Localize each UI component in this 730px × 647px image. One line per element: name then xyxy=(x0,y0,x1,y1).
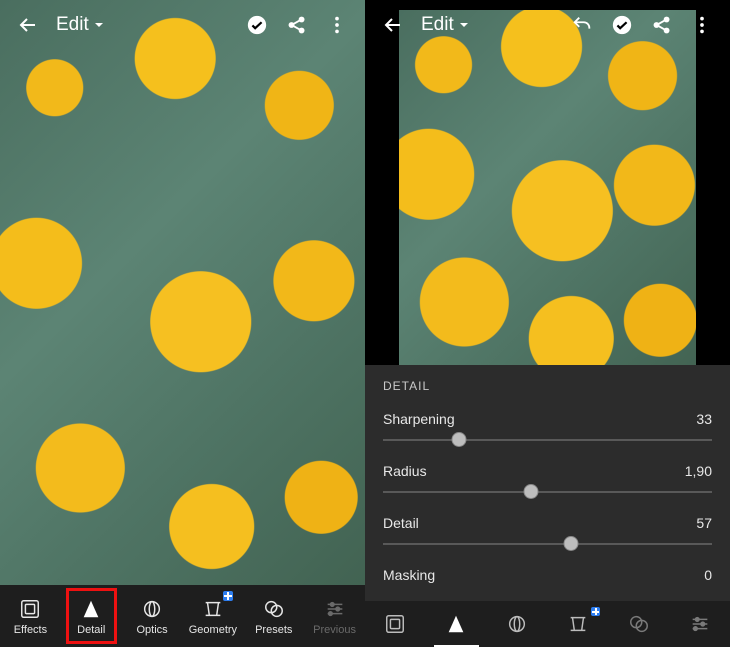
tab-optics[interactable]: Optics xyxy=(122,585,183,647)
edit-mode-dropdown[interactable]: Edit xyxy=(413,14,478,36)
share-icon xyxy=(286,14,308,36)
slider-value: 1,90 xyxy=(685,463,712,479)
tab-label: Detail xyxy=(77,624,105,636)
slider-label: Detail xyxy=(383,515,419,531)
photo-viewport[interactable] xyxy=(0,0,365,585)
tab-previous[interactable] xyxy=(669,601,730,647)
slider-track[interactable] xyxy=(383,537,712,551)
top-bar: Edit xyxy=(365,0,730,50)
share-icon xyxy=(651,14,673,36)
caret-down-icon xyxy=(458,19,470,31)
edit-mode-label: Edit xyxy=(56,14,89,36)
bottom-icon-strip xyxy=(365,601,730,647)
presets-icon xyxy=(628,613,650,635)
edited-photo xyxy=(399,10,696,365)
detail-panel: DETAIL Sharpening 33 Radius 1,90 xyxy=(365,365,730,601)
optics-icon xyxy=(506,613,528,635)
arrow-left-icon xyxy=(16,13,40,37)
back-button[interactable] xyxy=(8,5,48,45)
tab-optics[interactable] xyxy=(487,601,548,647)
slider-detail: Detail 57 xyxy=(383,515,712,551)
tab-effects[interactable] xyxy=(365,601,426,647)
tab-label: Effects xyxy=(14,624,47,636)
arrow-left-icon xyxy=(381,13,405,37)
accept-button[interactable] xyxy=(237,5,277,45)
bottom-tab-bar: Effects Detail Optics Geometry Preset xyxy=(0,585,365,647)
geometry-icon xyxy=(567,613,589,635)
slider-thumb[interactable] xyxy=(563,536,578,551)
tab-geometry[interactable] xyxy=(547,601,608,647)
right-screen: Edit DETAIL Sharpening 33 xyxy=(365,0,730,647)
tab-presets[interactable] xyxy=(608,601,669,647)
undo-icon xyxy=(571,14,593,36)
previous-icon xyxy=(323,597,347,621)
effects-icon xyxy=(18,597,42,621)
undo-button[interactable] xyxy=(562,5,602,45)
detail-icon xyxy=(79,597,103,621)
slider-label: Radius xyxy=(383,463,427,479)
edit-mode-dropdown[interactable]: Edit xyxy=(48,14,113,36)
optics-icon xyxy=(140,597,164,621)
accept-button[interactable] xyxy=(602,5,642,45)
tab-detail[interactable] xyxy=(426,601,487,647)
slider-value: 0 xyxy=(704,567,712,583)
edit-mode-label: Edit xyxy=(421,14,454,36)
share-button[interactable] xyxy=(277,5,317,45)
checkmark-circle-icon xyxy=(246,14,268,36)
slider-value: 57 xyxy=(696,515,712,531)
slider-track[interactable] xyxy=(383,433,712,447)
premium-badge-icon xyxy=(591,607,600,616)
photo-viewport[interactable] xyxy=(365,0,730,365)
left-screen: Edit Effects Detail xyxy=(0,0,365,647)
slider-value: 33 xyxy=(696,411,712,427)
slider-track[interactable] xyxy=(383,485,712,499)
presets-icon xyxy=(262,597,286,621)
geometry-icon xyxy=(201,597,225,621)
slider-radius: Radius 1,90 xyxy=(383,463,712,499)
tab-presets[interactable]: Presets xyxy=(243,585,304,647)
slider-label: Sharpening xyxy=(383,411,455,427)
tab-geometry[interactable]: Geometry xyxy=(182,585,243,647)
tab-detail[interactable]: Detail xyxy=(61,585,122,647)
checkmark-circle-icon xyxy=(611,14,633,36)
back-button[interactable] xyxy=(373,5,413,45)
tab-effects[interactable]: Effects xyxy=(0,585,61,647)
slider-thumb[interactable] xyxy=(451,432,466,447)
detail-icon xyxy=(445,613,467,635)
slider-thumb[interactable] xyxy=(524,484,539,499)
overflow-menu-button[interactable] xyxy=(317,5,357,45)
more-vertical-icon xyxy=(691,14,713,36)
tab-label: Previous xyxy=(313,624,356,636)
share-button[interactable] xyxy=(642,5,682,45)
tab-label: Geometry xyxy=(189,624,237,636)
panel-title: DETAIL xyxy=(383,379,712,393)
tab-label: Optics xyxy=(136,624,167,636)
previous-icon xyxy=(689,613,711,635)
more-vertical-icon xyxy=(326,14,348,36)
premium-badge-icon xyxy=(223,591,233,601)
effects-icon xyxy=(384,613,406,635)
overflow-menu-button[interactable] xyxy=(682,5,722,45)
slider-masking: Masking 0 xyxy=(383,567,712,583)
tab-previous[interactable]: Previous xyxy=(304,585,365,647)
caret-down-icon xyxy=(93,19,105,31)
slider-sharpening: Sharpening 33 xyxy=(383,411,712,447)
tab-label: Presets xyxy=(255,624,292,636)
top-bar: Edit xyxy=(0,0,365,50)
edited-photo xyxy=(0,0,365,585)
slider-label: Masking xyxy=(383,567,435,583)
